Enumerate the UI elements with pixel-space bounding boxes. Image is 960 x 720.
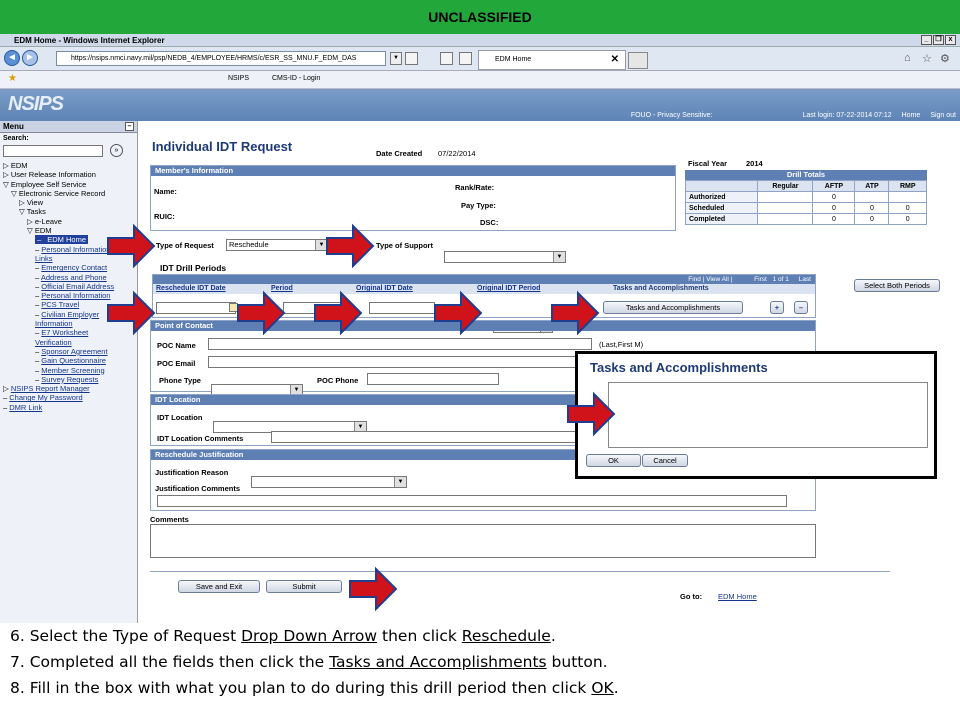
red-arrow (107, 223, 156, 269)
red-arrow (237, 290, 286, 336)
instruction-6: 6. Select the Type of Request Drop Down … (10, 627, 556, 645)
red-arrow (551, 290, 600, 336)
annotation-arrows (107, 223, 616, 612)
instructions: 6. Select the Type of Request Drop Down … (0, 623, 960, 720)
red-arrow (314, 290, 363, 336)
red-arrow (107, 290, 156, 336)
red-arrow (434, 290, 483, 336)
instruction-8: 8. Fill in the box with what you plan to… (10, 679, 619, 697)
red-arrow (326, 223, 375, 269)
instruction-7: 7. Completed all the fields then click t… (10, 653, 608, 671)
red-arrow (567, 391, 616, 437)
red-arrow (349, 566, 398, 612)
